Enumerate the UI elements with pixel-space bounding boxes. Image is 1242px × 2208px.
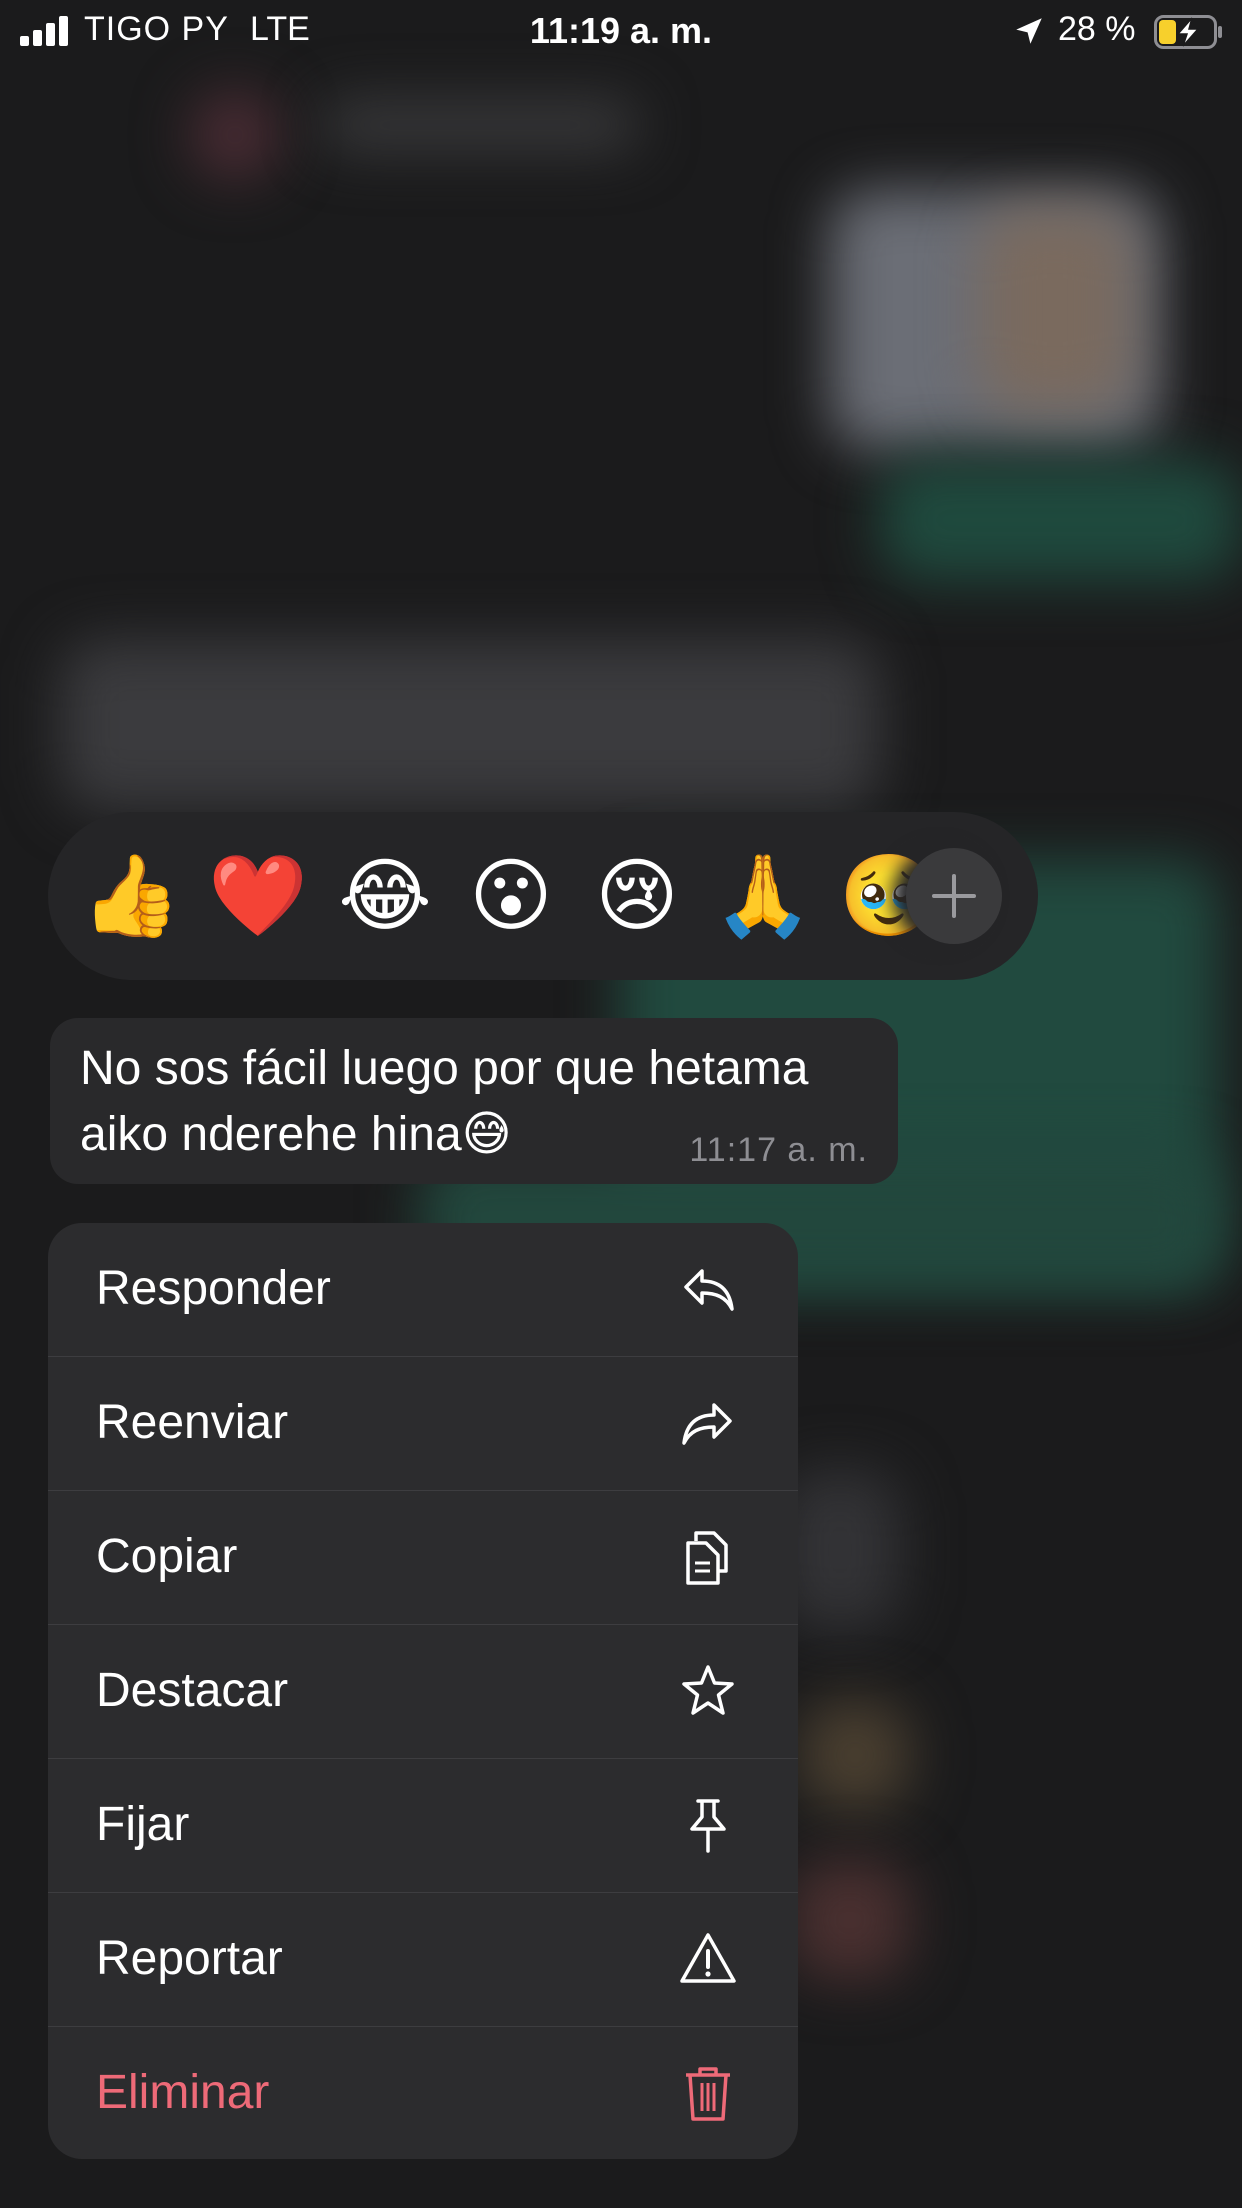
pin-icon	[690, 1799, 726, 1853]
menu-item-label: Copiar	[96, 1530, 238, 1583]
menu-item-label: Destacar	[96, 1664, 289, 1717]
status-time: 11:19 a. m.	[529, 10, 713, 51]
message-context-menu: Responder Reenviar Copiar Destacar Fijar…	[48, 1223, 798, 2159]
reply-icon	[684, 1269, 734, 1311]
battery-charging-icon	[1154, 15, 1222, 49]
menu-item-delete[interactable]: Eliminar	[48, 2027, 798, 2159]
menu-item-label: Responder	[96, 1262, 331, 1315]
menu-item-label: Eliminar	[96, 2066, 270, 2119]
add-reaction-button[interactable]	[906, 848, 1002, 944]
battery-percentage: 28 %	[1058, 10, 1136, 48]
menu-item-reply[interactable]: Responder	[48, 1223, 798, 1357]
reaction-crying[interactable]: 😢	[582, 846, 692, 946]
star-icon	[682, 1665, 734, 1715]
copy-icon	[686, 1531, 728, 1585]
status-bar: TIGO PY LTE 11:19 a. m. 28 %	[0, 0, 1242, 62]
reaction-laughing[interactable]: 😂	[330, 846, 440, 946]
menu-item-copy[interactable]: Copiar	[48, 1491, 798, 1625]
warning-icon	[680, 1933, 736, 1983]
reaction-heart[interactable]: ❤️	[203, 846, 313, 946]
menu-item-label: Reenviar	[96, 1396, 289, 1449]
menu-item-pin[interactable]: Fijar	[48, 1759, 798, 1893]
menu-item-label: Reportar	[96, 1932, 283, 1985]
message-timestamp: 11:17 a. m.	[689, 1131, 868, 1169]
message-bubble: No sos fácil luego por que hetama aiko n…	[50, 1018, 898, 1184]
reaction-surprised[interactable]: 😮	[456, 846, 566, 946]
forward-icon	[682, 1403, 732, 1445]
reaction-bar: 👍 ❤️ 😂 😮 😢 🙏 🥹	[48, 812, 1038, 980]
menu-item-star[interactable]: Destacar	[48, 1625, 798, 1759]
menu-item-forward[interactable]: Reenviar	[48, 1357, 798, 1491]
menu-item-report[interactable]: Reportar	[48, 1893, 798, 2027]
location-arrow-icon	[1016, 18, 1042, 44]
reaction-thumbs-up[interactable]: 👍	[76, 846, 186, 946]
reaction-praying-hands[interactable]: 🙏	[708, 846, 818, 946]
menu-item-label: Fijar	[96, 1798, 190, 1851]
trash-icon	[686, 2067, 730, 2121]
